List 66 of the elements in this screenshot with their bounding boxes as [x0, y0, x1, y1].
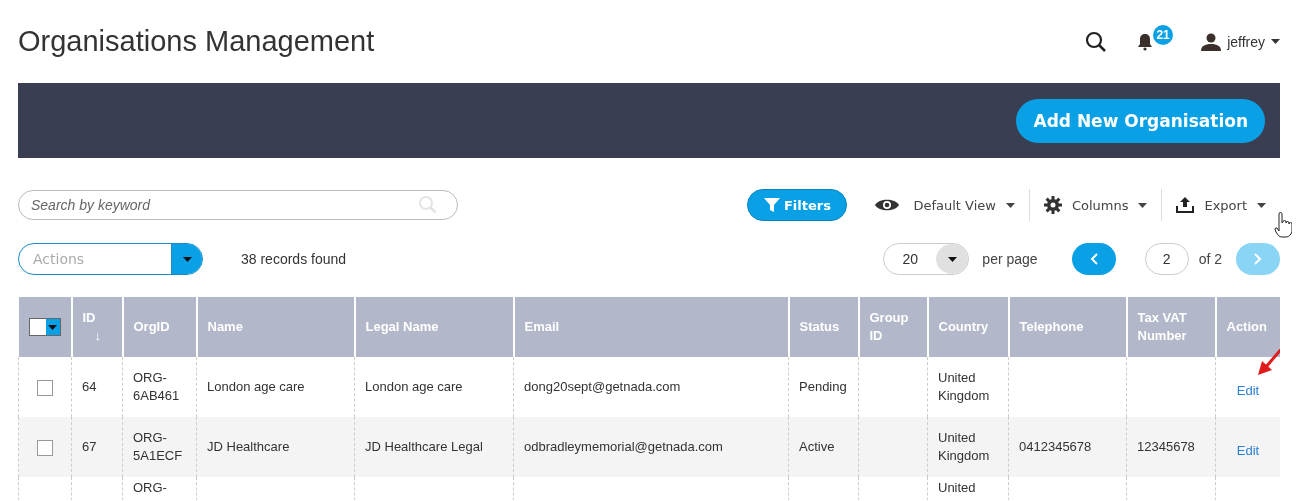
column-header[interactable]: Country [938, 318, 989, 336]
search-icon [418, 195, 438, 215]
hand-cursor-icon [1274, 212, 1292, 238]
filter-icon [763, 197, 780, 213]
column-header[interactable]: Name [207, 318, 243, 336]
filters-button[interactable]: Filters [747, 189, 848, 221]
table-cell: 64 [82, 379, 97, 394]
column-header[interactable]: ID [82, 309, 96, 327]
user-icon [1201, 32, 1222, 51]
table-cell: JD Healthcare Legal [365, 439, 483, 454]
caret-icon [1138, 202, 1148, 208]
table-cell: ORG-5A1ECF [133, 430, 183, 463]
eye-icon [875, 198, 900, 212]
user-menu[interactable]: jeffrey [1201, 32, 1280, 51]
chevron-right-icon [1254, 253, 1262, 265]
column-header[interactable]: OrgID [133, 318, 170, 336]
caret-icon [1271, 39, 1280, 44]
table-cell: London age care [365, 379, 463, 394]
edit-link[interactable]: Edit [1236, 443, 1260, 458]
columns-dropdown[interactable]: Columns [1029, 189, 1162, 221]
table-cell: 12345678 [1137, 439, 1195, 454]
column-header[interactable]: Status [799, 318, 840, 336]
table-cell: odbradleymemorial@getnada.com [524, 439, 723, 454]
per-page-label: per page [982, 251, 1038, 267]
records-count: 38 records found [241, 251, 347, 267]
export-dropdown[interactable]: Export [1162, 189, 1280, 221]
column-header[interactable]: Legal Name [365, 318, 439, 336]
search-field[interactable]: Search by keyword [18, 190, 458, 220]
page-title: Organisations Management [18, 25, 376, 58]
edit-link[interactable]: Edit [1236, 383, 1260, 398]
caret-icon [182, 256, 192, 262]
page-total: of 2 [1198, 251, 1222, 267]
table-cell: ORG- [133, 480, 167, 495]
column-header[interactable]: Telephone [1019, 318, 1084, 336]
table-cell: Active [799, 439, 835, 454]
table-cell: United [938, 480, 976, 495]
search-icon [1085, 30, 1108, 53]
caret-icon [48, 324, 57, 330]
row-checkbox[interactable] [37, 379, 53, 396]
notifications-button[interactable] [1137, 32, 1154, 51]
table-cell: ORG-6AB461 [133, 370, 180, 403]
table-cell: 0412345678 [1019, 439, 1092, 454]
previous-page-button[interactable] [1071, 243, 1116, 275]
table-cell: dong20sept@getnada.com [524, 379, 681, 394]
add-organisation-button[interactable]: Add New Organisation [1016, 98, 1265, 143]
column-header[interactable]: Email [524, 318, 560, 336]
table-cell: 67 [82, 439, 97, 454]
column-header[interactable]: Action [1226, 318, 1267, 336]
table-cell: United Kingdom [938, 370, 990, 403]
gear-icon [1043, 196, 1062, 214]
search-button[interactable] [1085, 30, 1108, 53]
row-checkbox[interactable] [37, 439, 53, 456]
bell-icon [1137, 32, 1154, 51]
select-all-checkbox[interactable] [28, 318, 61, 337]
caret-icon [1005, 202, 1015, 208]
chevron-left-icon [1089, 253, 1098, 265]
notification-count: 21 [1153, 24, 1174, 45]
table-cell: JD Healthcare [207, 439, 290, 454]
caret-icon [947, 256, 957, 262]
table-cell: London age care [207, 379, 305, 394]
table-cell: United Kingdom [938, 430, 990, 463]
upload-icon [1176, 197, 1195, 213]
table-cell: Pending [799, 379, 847, 394]
caret-icon [1257, 202, 1266, 208]
view-dropdown[interactable]: Default View [861, 189, 1029, 221]
sort-icon[interactable]: ↓ [94, 327, 101, 345]
